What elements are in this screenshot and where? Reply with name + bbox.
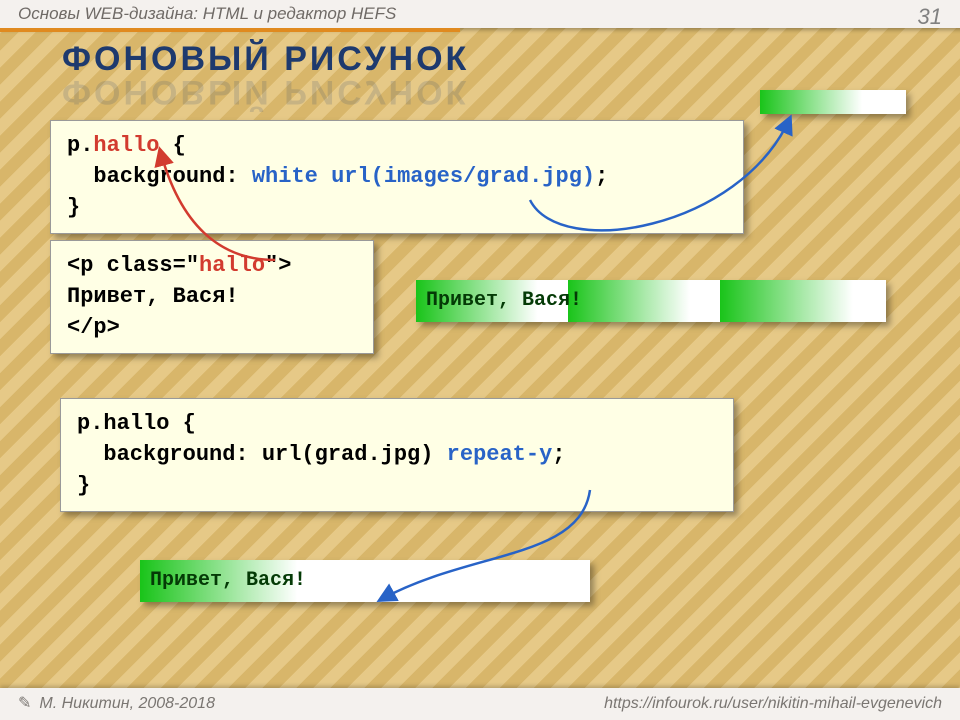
rendered-greeting-repeat-y: Привет, Вася! (140, 560, 590, 602)
accent-bar (0, 28, 460, 32)
keyword-repeat-y: repeat-y (447, 442, 553, 467)
slide-subtitle: Основы WEB-дизайна: HTML и редактор HEFS (18, 4, 396, 23)
greeting-text: Привет, Вася! (150, 569, 306, 592)
code-css-background: p.hallo { background: white url(images/g… (50, 120, 744, 234)
gradient-swatch (760, 90, 906, 114)
footer-url: https://infourok.ru/user/nikitin-mihail-… (604, 688, 942, 720)
keyword-white: white (252, 164, 318, 189)
footer-author: ✎М. Никитин, 2008-2018 (18, 688, 215, 720)
class-name: hallo (93, 133, 159, 158)
code-css-repeat-y: p.hallo { background: url(grad.jpg) repe… (60, 398, 734, 512)
class-name: hallo (199, 253, 265, 278)
slide-number: 31 (918, 4, 942, 30)
rendered-greeting-repeat-x: Привет, Вася! (416, 280, 886, 322)
slide-header: Основы WEB-дизайна: HTML и редактор HEFS (0, 0, 960, 28)
pencil-icon: ✎ (18, 695, 31, 712)
url-value: url(images/grad.jpg) (331, 164, 595, 189)
greeting-text: Привет, Вася! (426, 289, 582, 312)
slide-title-reflection: ФОНОВЫЙ РИСУНОК (62, 72, 469, 111)
code-html-paragraph: <p class="hallo"> Привет, Вася! </p> (50, 240, 374, 354)
slide-footer: ✎М. Никитин, 2008-2018 https://infourok.… (0, 688, 960, 720)
